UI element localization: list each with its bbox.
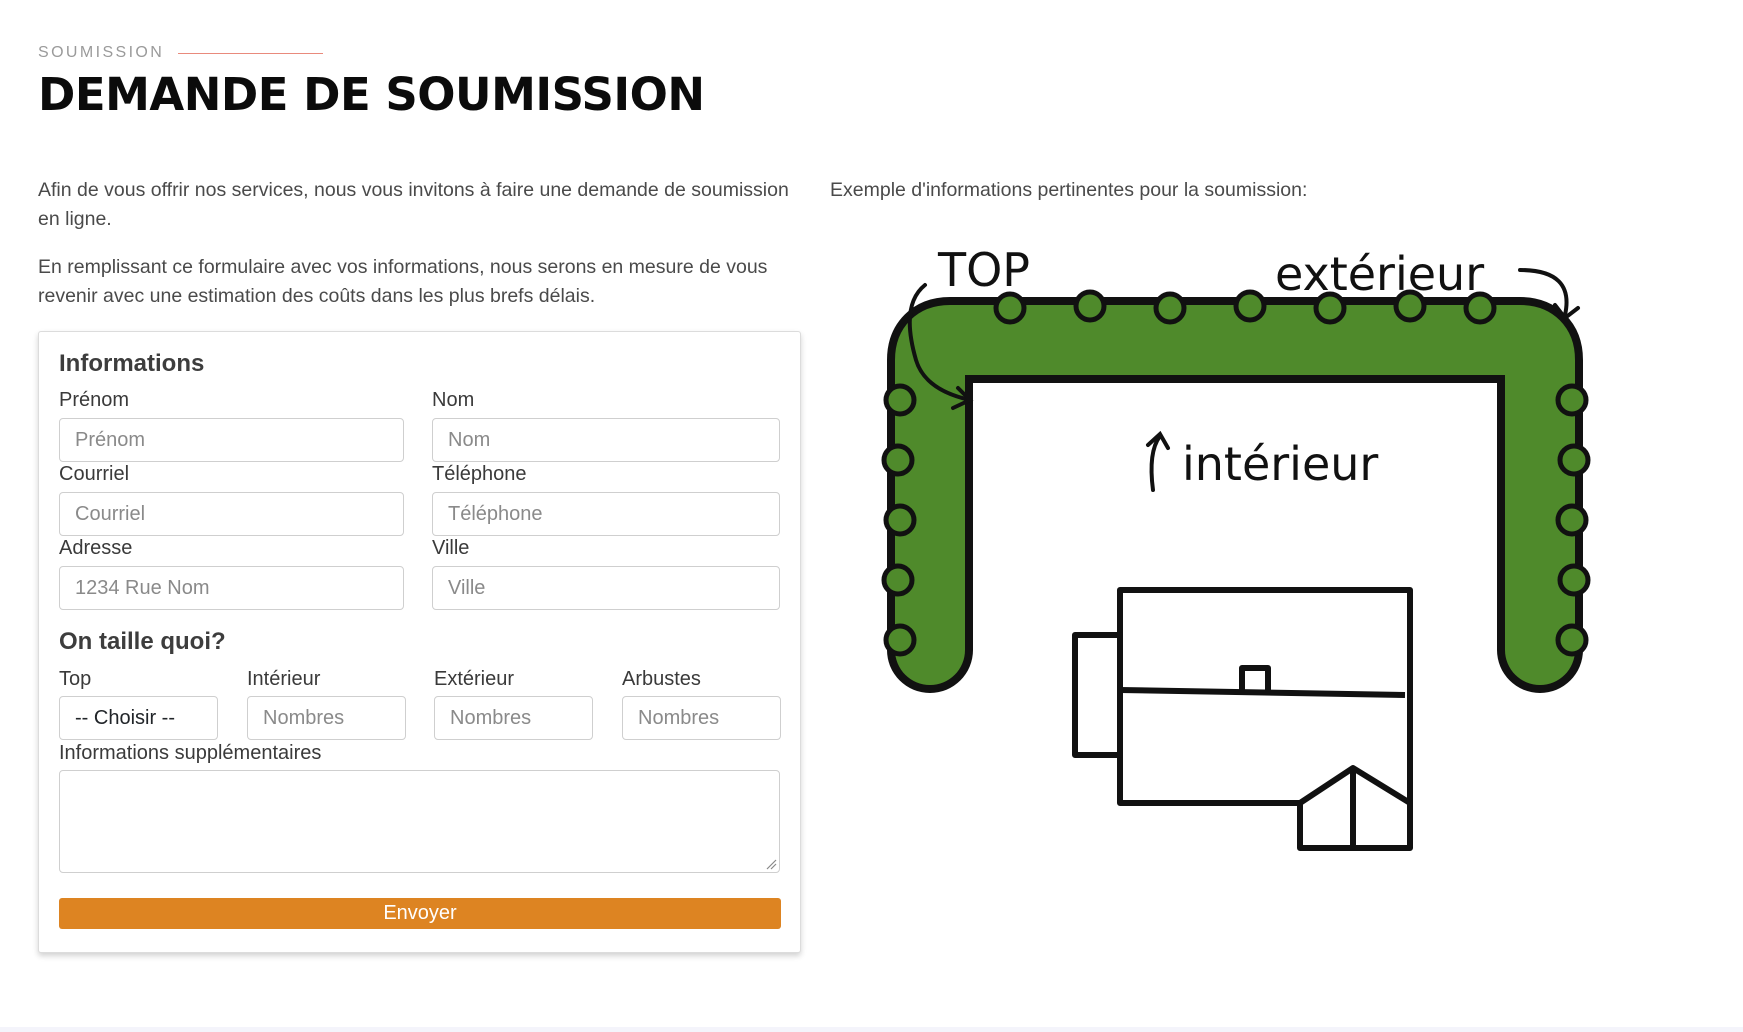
ville-input[interactable] — [432, 566, 780, 610]
quote-form: Informations Prénom Nom Courriel Télépho… — [38, 331, 801, 953]
arbustes-label: Arbustes — [622, 668, 701, 690]
nom-input[interactable] — [432, 418, 780, 462]
extra-info-label: Informations supplémentaires — [59, 742, 322, 764]
telephone-input[interactable] — [432, 492, 780, 536]
label-exterieur: extérieur — [1275, 247, 1484, 301]
section-title-trim: On taille quoi? — [59, 628, 226, 655]
section-title-informations: Informations — [59, 350, 205, 377]
prenom-label: Prénom — [59, 389, 130, 411]
hedge-diagram-illustration: TOP extérieur intérieur — [881, 243, 1591, 851]
courriel-input[interactable] — [59, 492, 404, 536]
ville-label: Ville — [432, 537, 470, 559]
adresse-input[interactable] — [59, 566, 404, 610]
submit-button[interactable]: Envoyer — [59, 898, 781, 929]
extra-info-textarea[interactable] — [59, 770, 780, 873]
top-label: Top — [59, 668, 92, 690]
courriel-label: Courriel — [59, 463, 130, 485]
adresse-label: Adresse — [59, 537, 133, 559]
intro-text: Afin de vous offrir nos services, nous v… — [38, 176, 808, 330]
hedge-foliage — [895, 305, 1575, 685]
page-bottom-divider — [0, 1027, 1743, 1032]
interieur-label: Intérieur — [247, 668, 321, 690]
example-caption: Exemple d'informations pertinentes pour … — [830, 179, 1308, 201]
exterieur-label: Extérieur — [434, 668, 515, 690]
intro-paragraph-1: Afin de vous offrir nos services, nous v… — [38, 179, 789, 230]
top-select[interactable]: -- Choisir -- — [59, 696, 218, 740]
interieur-input[interactable] — [247, 696, 406, 740]
house-outline — [1072, 587, 1413, 851]
page-title: DEMANDE DE SOUMISSION — [38, 68, 705, 121]
hedge-outline — [887, 297, 1583, 693]
resize-grip-icon[interactable] — [765, 858, 777, 870]
label-top: TOP — [937, 243, 1030, 297]
exterieur-input[interactable] — [434, 696, 593, 740]
arbustes-input[interactable] — [622, 696, 781, 740]
nom-label: Nom — [432, 389, 475, 411]
section-eyebrow: SOUMISSION — [38, 44, 324, 62]
telephone-label: Téléphone — [432, 463, 527, 485]
intro-paragraph-2: En remplissant ce formulaire avec vos in… — [38, 256, 768, 307]
eyebrow-rule — [178, 52, 324, 54]
prenom-input[interactable] — [59, 418, 404, 462]
top-select-value: -- Choisir -- — [75, 706, 175, 729]
label-interieur: intérieur — [1182, 437, 1378, 491]
eyebrow-text: SOUMISSION — [38, 44, 165, 61]
